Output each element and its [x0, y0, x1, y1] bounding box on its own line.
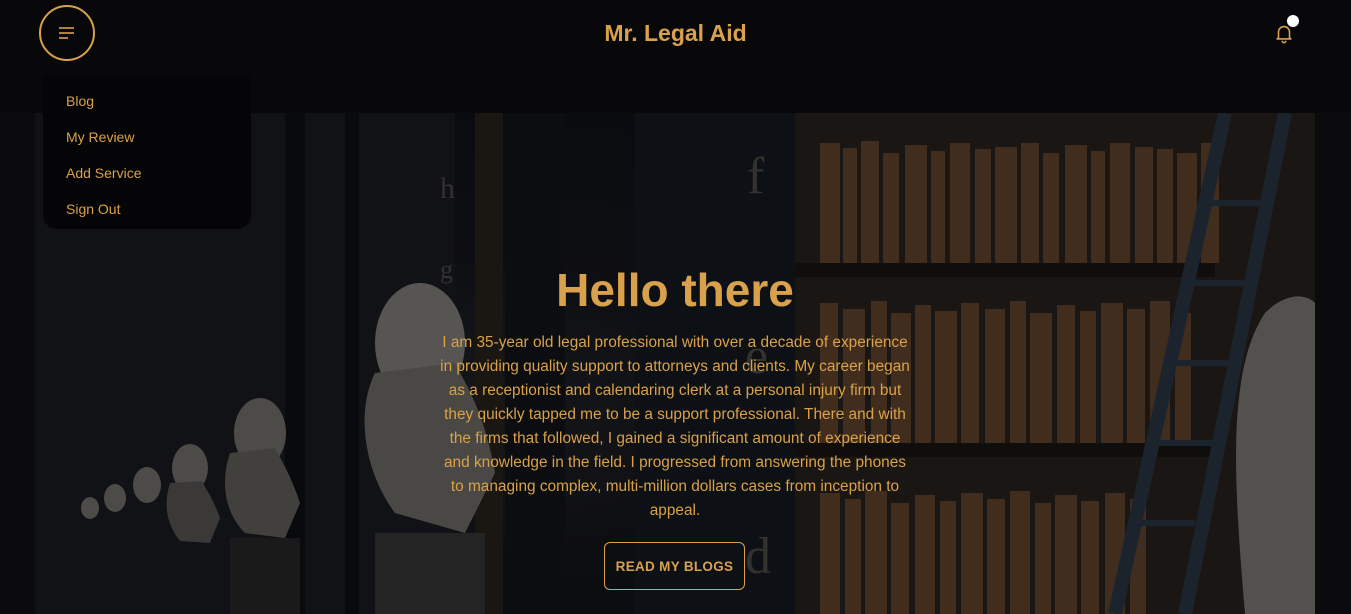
notification-badge: [1287, 15, 1299, 27]
nav-dropdown-menu: Blog My Review Add Service Sign Out: [43, 75, 251, 229]
dropdown-item-blog[interactable]: Blog: [43, 83, 251, 119]
site-title[interactable]: Mr. Legal Aid: [0, 20, 1351, 47]
hero-title: Hello there: [556, 264, 794, 316]
dropdown-item-add-service[interactable]: Add Service: [43, 155, 251, 191]
dropdown-item-my-review[interactable]: My Review: [43, 119, 251, 155]
read-my-blogs-button[interactable]: READ MY BLOGS: [604, 542, 745, 590]
hero-description: I am 35-year old legal professional with…: [440, 334, 910, 519]
dropdown-item-sign-out[interactable]: Sign Out: [43, 191, 251, 227]
